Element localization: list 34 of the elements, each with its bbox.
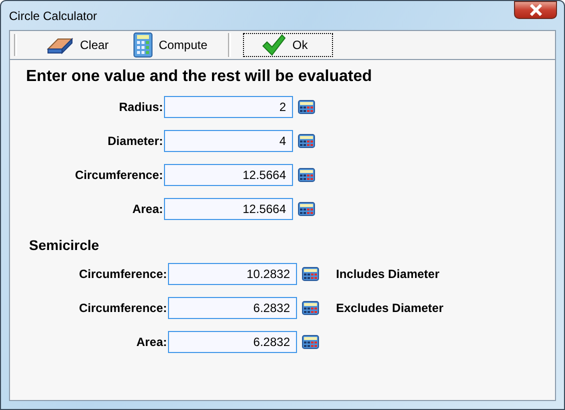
heading: Enter one value and the rest will be evaluated — [26, 68, 373, 86]
calculator-icon[interactable] — [302, 301, 319, 315]
calculator-icon[interactable] — [302, 267, 319, 281]
field-label: Radius: — [118, 100, 163, 114]
input-field[interactable]: 12.5664 — [164, 198, 293, 220]
field-note: Includes Diameter — [336, 267, 440, 281]
calculator-icon[interactable] — [302, 335, 319, 349]
calculator-icon — [132, 32, 153, 58]
field-label: Circumference: — [78, 301, 167, 315]
section-heading: Semicircle — [29, 237, 100, 253]
close-button[interactable] — [514, 1, 557, 19]
field-label: Area: — [135, 335, 167, 349]
field-label: Circumference: — [74, 168, 163, 182]
calculator-icon[interactable] — [298, 134, 315, 148]
input-field[interactable]: 6.2832 — [168, 331, 297, 353]
eraser-icon — [46, 35, 74, 55]
calculator-icon[interactable] — [298, 100, 315, 114]
checkmark-icon — [262, 34, 286, 56]
ok-button[interactable]: Ok — [243, 33, 333, 57]
field-label: Area: — [131, 202, 163, 216]
input-field[interactable]: 6.2832 — [168, 297, 297, 319]
field-label: Diameter: — [106, 134, 163, 148]
clear-button[interactable]: Clear — [37, 33, 118, 57]
calculator-icon[interactable] — [298, 168, 315, 182]
window-title: Circle Calculator — [9, 8, 98, 22]
compute-button[interactable]: Compute — [124, 33, 216, 57]
input-field[interactable]: 4 — [164, 130, 293, 152]
input-field[interactable]: 12.5664 — [164, 164, 293, 186]
calculator-icon[interactable] — [298, 202, 315, 216]
close-icon — [528, 4, 542, 16]
field-label: Circumference: — [78, 267, 167, 281]
field-note: Excludes Diameter — [336, 301, 444, 315]
input-field[interactable]: 2 — [164, 96, 293, 118]
input-field[interactable]: 10.2832 — [168, 263, 297, 285]
